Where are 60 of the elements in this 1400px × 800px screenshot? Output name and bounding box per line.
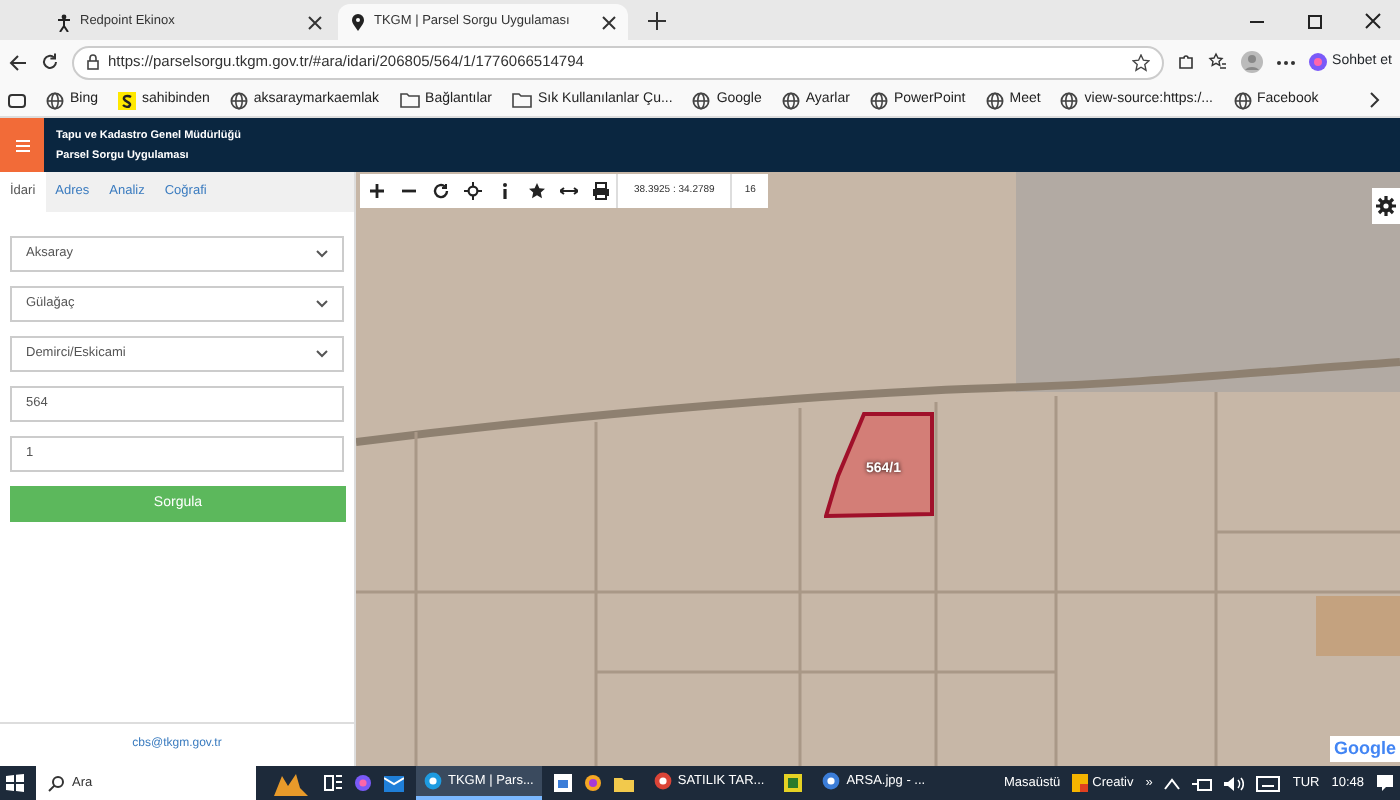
globe-icon [692,91,711,109]
browser-icon [653,772,672,790]
globe-icon [229,91,248,109]
arrows-icon[interactable] [559,182,577,200]
circle-icon[interactable] [583,774,602,792]
globe-icon [985,91,1004,109]
document-icon [1072,774,1089,792]
search-icon [48,775,64,791]
folder-icon [512,92,532,108]
printer-icon[interactable] [591,182,609,200]
star-icon[interactable] [1132,53,1151,71]
copilot-icon [1308,52,1329,72]
notification-icon[interactable] [1376,774,1394,792]
lock-icon [86,54,100,70]
sidebar-icon[interactable] [8,93,26,107]
favorites-icon[interactable] [1208,52,1229,72]
windows-icon[interactable] [6,774,24,792]
settings-icon[interactable] [1376,196,1396,216]
map-attribution-logo: Google [1330,735,1400,762]
back-icon[interactable] [8,53,28,71]
close-icon[interactable] [602,15,616,29]
globe-icon [46,91,64,109]
more-icon[interactable] [1276,59,1297,65]
browser-icon [424,772,442,790]
network-icon[interactable] [1192,775,1213,791]
photo-icon [822,772,841,790]
close-icon[interactable] [308,15,322,29]
menu-icon [15,139,29,151]
chevron-icon [316,300,328,308]
folder-icon[interactable] [613,775,634,791]
menu-button[interactable] [0,118,44,172]
chevron-up-icon[interactable] [1164,777,1181,789]
globe-icon [1060,91,1079,109]
chevron-icon[interactable] [1370,92,1380,108]
copilot-icon[interactable] [354,774,372,792]
globe-icon [869,91,888,109]
crosshair-icon[interactable] [463,182,481,200]
folder-icon [399,92,420,108]
keyboard-icon[interactable] [1256,775,1281,791]
new-tab-icon[interactable] [648,12,666,30]
avatar-icon[interactable] [1240,50,1265,74]
app-icon[interactable] [784,774,803,792]
task-view-icon[interactable] [324,774,342,792]
person-icon [56,13,72,31]
globe-icon [781,91,800,109]
star-icon[interactable] [527,182,545,200]
reload-icon[interactable] [40,52,60,72]
maximize-icon[interactable] [1306,12,1324,30]
speaker-icon[interactable] [1224,775,1245,791]
mail-icon[interactable] [384,775,404,791]
parcel-outline[interactable] [824,412,934,518]
pin-icon [350,13,366,31]
globe-icon [1233,91,1251,109]
plus-icon[interactable] [367,182,385,200]
refresh-icon[interactable] [431,182,449,200]
chevron-icon [316,350,328,358]
calendar-icon[interactable] [553,774,572,792]
s-logo-icon [118,91,137,109]
close-icon[interactable] [1364,12,1382,30]
chevron-icon [316,250,328,258]
